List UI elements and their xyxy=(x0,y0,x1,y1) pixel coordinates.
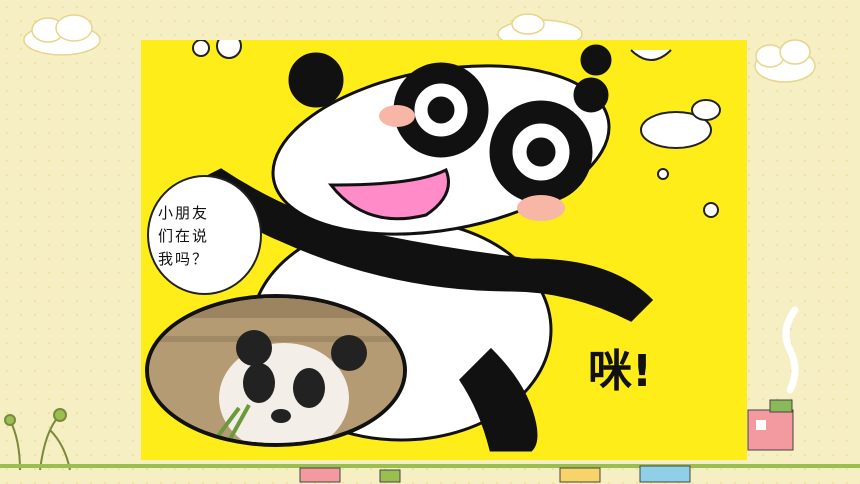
house-icon xyxy=(747,306,799,451)
border-pattern xyxy=(0,464,860,483)
sound-effect-text: 咪! xyxy=(588,346,653,397)
speech-line-2: 们在说 xyxy=(158,227,210,245)
real-panda-image xyxy=(149,298,403,443)
decorative-border xyxy=(0,458,860,484)
speech-line-3: 我吗？ xyxy=(158,250,210,268)
speech-bubble-text: 小朋友 们在说 我吗？ xyxy=(158,202,248,271)
speech-line-1: 小朋友 xyxy=(158,204,210,222)
cloud-icon xyxy=(23,14,101,56)
cloud-icon xyxy=(754,39,816,83)
panda-photo xyxy=(145,294,407,447)
